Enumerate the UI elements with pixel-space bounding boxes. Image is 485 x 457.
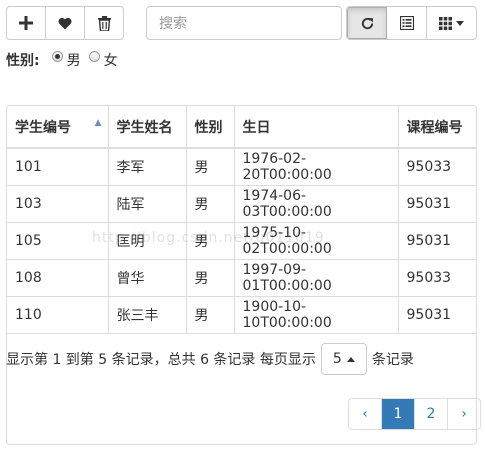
cell-gender: 男	[185, 222, 235, 260]
column-header-name[interactable]: 学生姓名	[107, 106, 187, 149]
refresh-button[interactable]	[347, 7, 388, 39]
action-button-group	[6, 6, 124, 40]
table-header-row: 学生编号 ▲ 学生姓名 性别 生日 课程编号	[7, 106, 476, 149]
list-icon	[399, 16, 414, 30]
pagination: ‹ 1 2 ›	[348, 398, 481, 430]
table-row[interactable]: 110 张三丰 男 1900-10-10T00:00:00 95031	[7, 296, 476, 334]
gender-radio-male[interactable]	[51, 50, 63, 62]
pagination-info: 显示第 1 到第 5 条记录，总共 6 条记录 每页显示 5 条记录	[6, 343, 414, 375]
search-input[interactable]: 搜索	[146, 6, 342, 40]
pagination-summary: 显示第 1 到第 5 条记录，总共 6 条记录 每页显示	[6, 352, 316, 368]
caret-up-icon	[346, 356, 355, 362]
pagination-suffix: 条记录	[371, 352, 414, 368]
prev-page-button[interactable]: ‹	[349, 399, 382, 429]
table-row[interactable]: 103 陆军 男 1974-06-03T00:00:00 95031	[7, 185, 476, 223]
gender-label: 性别:	[6, 53, 40, 69]
cell-name: 李军	[107, 147, 187, 186]
table-row[interactable]: 101 李军 男 1976-02-20T00:00:00 95033	[7, 147, 476, 186]
cell-birthday: 1974-06-03T00:00:00	[233, 185, 399, 223]
cell-name: 陆军	[107, 185, 187, 223]
cell-course: 95031	[397, 185, 476, 223]
like-button[interactable]	[46, 7, 85, 39]
cell-id: 110	[7, 296, 109, 334]
cell-birthday: 1997-09-01T00:00:00	[233, 259, 399, 297]
column-header-birthday[interactable]: 生日	[233, 106, 399, 149]
page-button-2[interactable]: 2	[415, 399, 448, 429]
gender-option-male: 男	[66, 53, 81, 69]
page-size-dropdown[interactable]: 5	[320, 343, 367, 375]
grid-icon	[438, 16, 452, 30]
student-table: 学生编号 ▲ 学生姓名 性别 生日 课程编号 101 李军 男 1976-02-2…	[7, 106, 476, 334]
cell-name: 张三丰	[107, 296, 187, 334]
cell-id: 101	[7, 147, 109, 186]
cell-gender: 男	[185, 147, 235, 186]
cell-course: 95033	[397, 259, 476, 297]
cell-id: 108	[7, 259, 109, 297]
cell-gender: 男	[185, 185, 235, 223]
refresh-icon	[361, 17, 373, 29]
gender-option-female: 女	[103, 53, 118, 69]
cell-birthday: 1900-10-10T00:00:00	[233, 296, 399, 334]
cell-gender: 男	[185, 296, 235, 334]
columns-dropdown-button[interactable]	[427, 7, 476, 39]
page-size-value: 5	[332, 351, 342, 367]
delete-button[interactable]	[85, 7, 123, 39]
caret-down-icon	[455, 20, 464, 26]
table-row[interactable]: 105 匡明 男 1975-10-02T00:00:00 95031	[7, 222, 476, 260]
gender-filter: 性别: 男 女	[6, 50, 118, 70]
page-button-1[interactable]: 1	[382, 399, 415, 429]
view-button-group	[346, 6, 477, 40]
cell-birthday: 1976-02-20T00:00:00	[233, 147, 399, 186]
cell-id: 103	[7, 185, 109, 223]
cell-id: 105	[7, 222, 109, 260]
cell-gender: 男	[185, 259, 235, 297]
trash-icon	[97, 15, 111, 31]
cell-course: 95031	[397, 296, 476, 334]
column-header-id[interactable]: 学生编号 ▲	[7, 106, 109, 149]
cell-course: 95033	[397, 147, 476, 186]
next-page-button[interactable]: ›	[448, 399, 480, 429]
column-header-course[interactable]: 课程编号	[397, 106, 476, 149]
table-row[interactable]: 108 曾华 男 1997-09-01T00:00:00 95033	[7, 259, 476, 297]
toggle-view-button[interactable]	[387, 7, 427, 39]
column-header-gender[interactable]: 性别	[185, 106, 235, 149]
add-button[interactable]	[7, 7, 46, 39]
data-table-container: 学生编号 ▲ 学生姓名 性别 生日 课程编号 101 李军 男 1976-02-2…	[6, 105, 477, 445]
plus-icon	[19, 16, 33, 30]
cell-course: 95031	[397, 222, 476, 260]
sort-asc-icon: ▲	[94, 118, 102, 128]
cell-name: 匡明	[107, 222, 187, 260]
heart-icon	[58, 17, 72, 29]
gender-radio-female[interactable]	[88, 50, 100, 62]
cell-name: 曾华	[107, 259, 187, 297]
cell-birthday: 1975-10-02T00:00:00	[233, 222, 399, 260]
